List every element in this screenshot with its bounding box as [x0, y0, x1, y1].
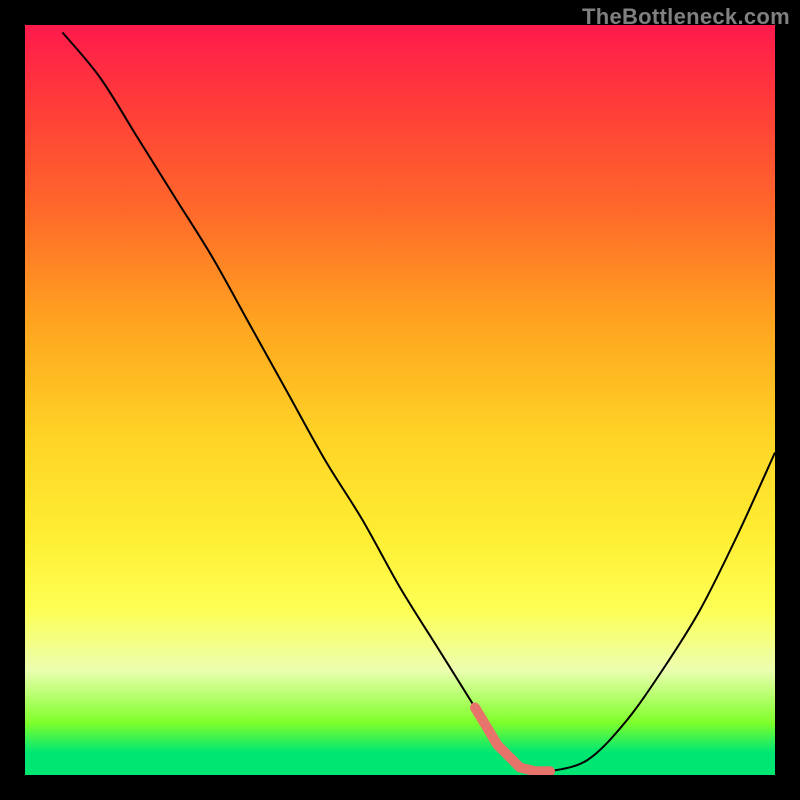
curve-svg	[25, 25, 775, 775]
watermark-text: TheBottleneck.com	[582, 4, 790, 30]
bottleneck-curve	[63, 33, 776, 773]
optimal-segment	[475, 708, 550, 772]
chart-plot-area	[25, 25, 775, 775]
